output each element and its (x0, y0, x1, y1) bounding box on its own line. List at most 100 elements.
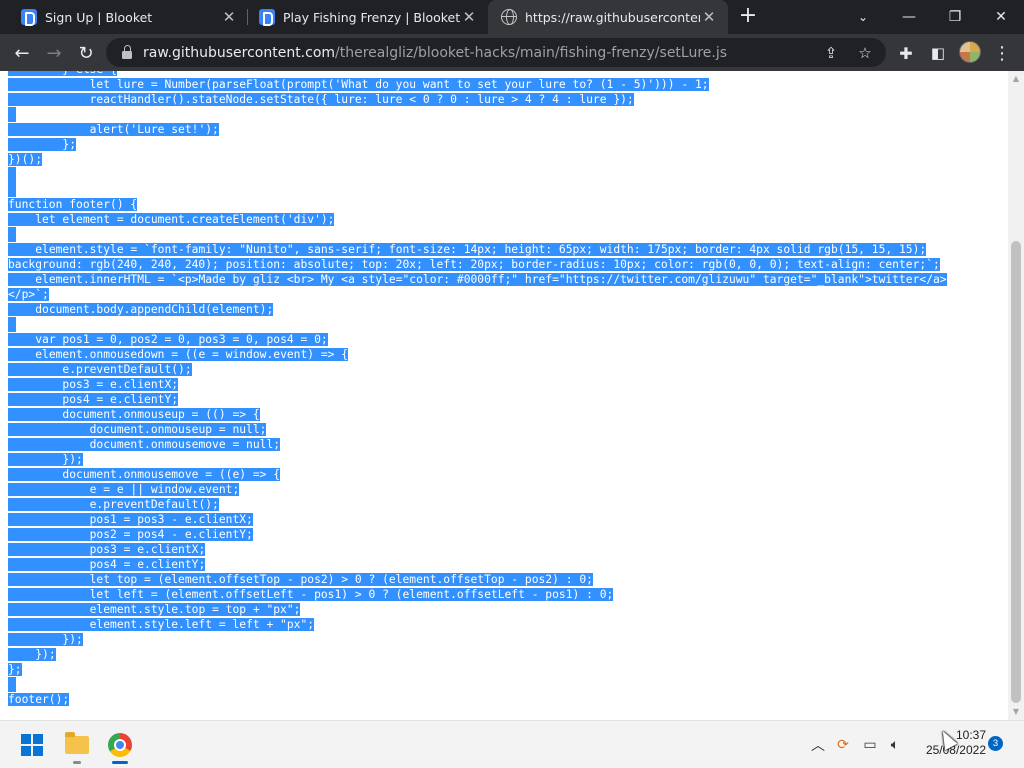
notification-badge[interactable]: 3 (988, 736, 1003, 751)
code-line-text: alert('Lure set!'); (89, 123, 219, 136)
code-line-text (8, 107, 16, 122)
close-tab-icon[interactable]: ✕ (220, 8, 238, 26)
sync-icon[interactable]: ⟳ (833, 735, 853, 755)
blooket-icon (21, 9, 37, 26)
code-line-text: }); (62, 453, 83, 466)
code-line-text: let left = (element.offsetLeft - pos1) >… (89, 588, 614, 601)
code-line-text: }; (62, 138, 77, 151)
code-line: element.style.top = top + "px"; (8, 602, 947, 617)
close-tab-icon[interactable]: ✕ (700, 8, 718, 26)
tab-title: https://raw.githubusercontent.com/therea… (525, 9, 700, 25)
url-host: raw.githubusercontent.com (143, 44, 336, 61)
network-icon[interactable]: ▭ (860, 735, 880, 755)
tab-play-fishing-frenzy[interactable]: Play Fishing Frenzy | Blooket ✕ (248, 0, 488, 34)
code-line-text: document.body.appendChild(element); (35, 303, 274, 316)
code-line: pos3 = e.clientX; (8, 377, 947, 392)
code-line: }); (8, 632, 947, 647)
blooket-icon (259, 9, 275, 26)
code-line: pos4 = e.clientY; (8, 392, 947, 407)
code-line: reactHandler().stateNode.setState({ lure… (8, 92, 947, 107)
code-line: footer(); (8, 692, 947, 707)
code-line-text: document.onmousemove = ((e) => { (62, 468, 281, 481)
close-tab-icon[interactable]: ✕ (460, 8, 478, 26)
code-line-text: pos3 = e.clientX; (89, 543, 206, 556)
scrollbar-thumb[interactable] (1011, 241, 1021, 703)
code-line: }; (8, 137, 947, 152)
code-line: element.innerHTML = `<p>Made by gliz <br… (8, 272, 947, 287)
code-line: element.style.left = left + "px"; (8, 617, 947, 632)
lock-icon[interactable] (122, 44, 132, 59)
back-arrow-icon[interactable]: ← (8, 39, 36, 67)
address-bar[interactable]: raw.githubusercontent.com/therealgliz/bl… (106, 38, 886, 67)
windows-logo (21, 734, 43, 756)
code-line: element.style = `font-family: "Nunito", … (8, 242, 947, 257)
tab-search-chevron-icon[interactable]: ⌄ (840, 0, 886, 34)
globe-icon (501, 9, 517, 25)
code-line-text: e.preventDefault(); (89, 498, 219, 511)
code-line-text: element.style = `font-family: "Nunito", … (35, 243, 927, 256)
code-line-text: pos2 = pos4 - e.clientY; (89, 528, 253, 541)
code-line: document.onmousemove = null; (8, 437, 947, 452)
code-line-text: pos1 = pos3 - e.clientX; (89, 513, 253, 526)
code-line: </p>`; (8, 287, 947, 302)
code-line: var pos1 = 0, pos2 = 0, pos3 = 0, pos4 =… (8, 332, 947, 347)
vertical-scrollbar[interactable]: ▲ ▼ (1008, 71, 1024, 720)
code-line-text: e = e || window.event; (89, 483, 240, 496)
code-line: let element = document.createElement('di… (8, 212, 947, 227)
code-line-text: pos3 = e.clientX; (62, 378, 179, 391)
extensions-puzzle-icon[interactable]: ✚ (892, 39, 920, 67)
code-line-text (8, 317, 16, 332)
code-line-text: document.onmouseup = (() => { (62, 408, 260, 421)
reload-icon[interactable]: ↻ (72, 39, 100, 67)
code-listing: } else { let lure = Number(parseFloat(pr… (8, 71, 947, 707)
chrome-icon[interactable] (104, 729, 136, 761)
restore-icon[interactable]: ❐ (932, 0, 978, 34)
code-line (8, 182, 947, 197)
minimize-icon[interactable]: — (886, 0, 932, 34)
code-line-text (8, 677, 16, 692)
code-line: e.preventDefault(); (8, 362, 947, 377)
code-line: background: rgb(240, 240, 240); position… (8, 257, 947, 272)
url-path: /therealgliz/blooket-hacks/main/fishing-… (335, 44, 728, 61)
url-text: raw.githubusercontent.com/therealgliz/bl… (143, 45, 727, 61)
code-line (8, 677, 947, 692)
code-line: document.onmouseup = null; (8, 422, 947, 437)
code-line-text: background: rgb(240, 240, 240); position… (8, 258, 940, 271)
volume-icon[interactable]: 🔈︎ (885, 735, 905, 755)
profile-avatar[interactable] (959, 41, 981, 63)
forward-arrow-icon[interactable]: → (40, 39, 68, 67)
bookmark-star-icon[interactable]: ☆ (856, 44, 874, 62)
tab-title: Play Fishing Frenzy | Blooket (283, 9, 460, 25)
code-line-text: var pos1 = 0, pos2 = 0, pos3 = 0, pos4 =… (35, 333, 328, 346)
scroll-up-arrow-icon[interactable]: ▲ (1008, 71, 1024, 87)
code-line-text: pos4 = e.clientY; (62, 393, 179, 406)
tab-sign-up-blooket[interactable]: Sign Up | Blooket ✕ (0, 0, 248, 34)
code-line-text: let lure = Number(parseFloat(prompt('Wha… (89, 78, 709, 91)
code-line: document.onmousemove = ((e) => { (8, 467, 947, 482)
code-line: element.onmousedown = ((e = window.event… (8, 347, 947, 362)
code-line-text (8, 182, 16, 197)
tab-strip: Sign Up | Blooket ✕ Play Fishing Frenzy … (0, 0, 1024, 34)
share-icon[interactable]: ⇪ (822, 44, 840, 62)
code-line: pos4 = e.clientY; (8, 557, 947, 572)
tab-raw-githubusercontent[interactable]: https://raw.githubusercontent.com/therea… (488, 0, 728, 34)
code-line-text: element.style.top = top + "px"; (89, 603, 301, 616)
file-explorer-icon[interactable] (61, 729, 93, 761)
start-icon[interactable] (16, 729, 48, 761)
code-line: let top = (element.offsetTop - pos2) > 0… (8, 572, 947, 587)
code-line: }; (8, 662, 947, 677)
menu-kebab-icon[interactable]: ⋮ (988, 39, 1016, 67)
scroll-down-arrow-icon[interactable]: ▼ (1008, 704, 1024, 720)
code-line: pos1 = pos3 - e.clientX; (8, 512, 947, 527)
code-line: })(); (8, 152, 947, 167)
code-line-text: element.style.left = left + "px"; (89, 618, 315, 631)
code-line: document.body.appendChild(element); (8, 302, 947, 317)
windows-taskbar: ︿ ⟳ ▭ 🔈︎ (0, 720, 1024, 768)
new-tab-button[interactable]: + (738, 5, 758, 27)
code-line-text (8, 227, 16, 242)
chevron-up-icon[interactable]: ︿ (808, 735, 828, 755)
side-panel-icon[interactable]: ◧ (924, 39, 952, 67)
close-window-icon[interactable]: ✕ (978, 0, 1024, 34)
code-line-text: }); (62, 633, 83, 646)
code-line-text: pos4 = e.clientY; (89, 558, 206, 571)
